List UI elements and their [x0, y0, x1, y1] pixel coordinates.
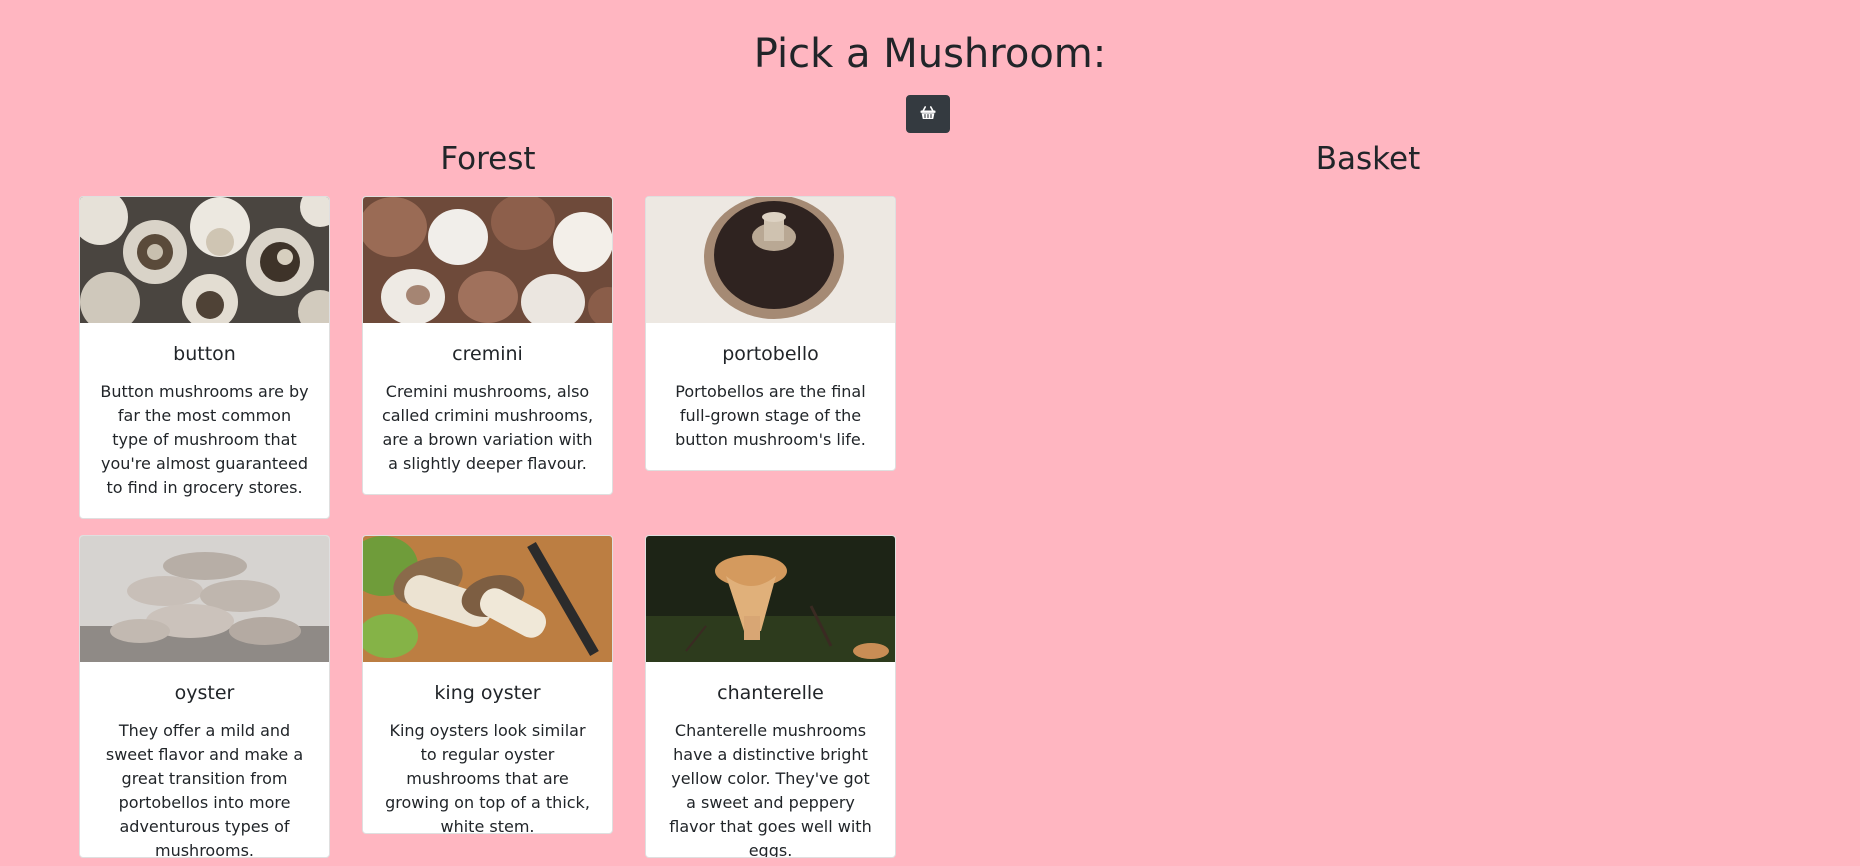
card-description: They offer a mild and sweet flavor and m… [105, 720, 304, 858]
king-oyster-mushroom-photo [363, 536, 612, 662]
card-title: chanterelle [717, 682, 824, 704]
basket-icon [920, 105, 936, 124]
basket-title: Basket [1315, 141, 1421, 177]
card-description: Cremini mushrooms, also called crimini m… [381, 381, 594, 473]
portobello-mushroom-photo [646, 197, 895, 323]
basket-button[interactable] [906, 95, 950, 133]
mushroom-card-button[interactable]: button Button mushrooms are by far the m… [79, 196, 330, 519]
page-title: Pick a Mushroom: [753, 31, 1107, 77]
mushroom-card-oyster[interactable]: oyster They offer a mild and sweet flavo… [79, 535, 330, 858]
card-title: king oyster [434, 682, 541, 704]
card-description: Button mushrooms are by far the most com… [100, 381, 309, 497]
mushroom-card-chanterelle[interactable]: chanterelle Chanterelle mushrooms have a… [645, 535, 896, 858]
card-title: button [173, 343, 236, 365]
oyster-mushroom-photo [80, 536, 329, 662]
button-mushroom-photo [80, 197, 329, 323]
forest-title: Forest [440, 141, 536, 177]
card-title: portobello [722, 343, 819, 365]
card-title: cremini [452, 343, 523, 365]
mushroom-card-king-oyster[interactable]: king oyster King oysters look similar to… [362, 535, 613, 834]
chanterelle-mushroom-photo [646, 536, 895, 662]
card-description: Chanterelle mushrooms have a distinctive… [669, 720, 872, 858]
mushroom-card-cremini[interactable]: cremini Cremini mushrooms, also called c… [362, 196, 613, 495]
card-description: King oysters look similar to regular oys… [385, 720, 590, 834]
cremini-mushroom-photo [363, 197, 612, 323]
card-description: Portobellos are the final full-grown sta… [675, 381, 866, 449]
mushroom-card-portobello[interactable]: portobello Portobellos are the final ful… [645, 196, 896, 471]
card-title: oyster [174, 682, 235, 704]
